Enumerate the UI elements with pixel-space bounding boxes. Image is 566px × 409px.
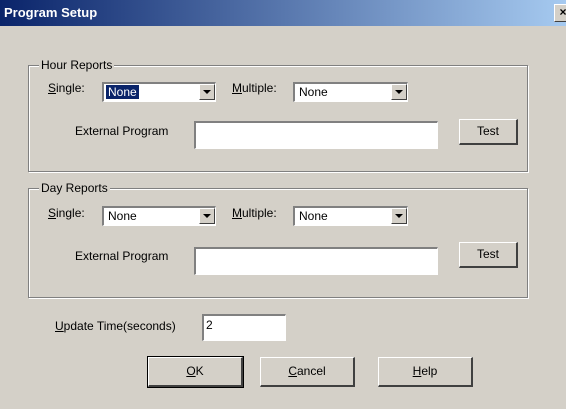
update-time-input[interactable]: 2	[202, 314, 286, 341]
hour-external-program-label: External Program	[75, 124, 169, 138]
hour-multiple-value: None	[299, 85, 328, 99]
chevron-down-icon[interactable]	[391, 84, 407, 100]
day-test-button[interactable]: Test	[459, 242, 518, 268]
hour-single-label: Single:	[48, 81, 85, 95]
day-reports-legend: Day Reports	[39, 181, 110, 195]
chevron-down-icon[interactable]	[199, 208, 215, 224]
day-multiple-select[interactable]: None	[293, 206, 408, 226]
hour-external-program-input[interactable]	[194, 121, 438, 149]
day-multiple-label: Multiple:	[232, 206, 277, 220]
day-single-value: None	[108, 209, 137, 223]
day-single-select[interactable]: None	[102, 206, 216, 226]
hour-multiple-select[interactable]: None	[293, 82, 408, 102]
close-button[interactable]: ×	[554, 4, 566, 22]
day-single-label: Single:	[48, 206, 85, 220]
hour-test-button[interactable]: Test	[459, 119, 518, 145]
day-multiple-value: None	[299, 209, 328, 223]
help-label: Help	[412, 364, 438, 378]
hour-test-label: Test	[476, 124, 499, 138]
window-title: Program Setup	[4, 5, 98, 20]
day-external-program-input[interactable]	[194, 247, 438, 275]
hour-multiple-label: Multiple:	[232, 81, 277, 95]
day-reports-group: Day Reports	[28, 181, 528, 298]
help-button[interactable]: Help	[378, 357, 473, 387]
cancel-button[interactable]: Cancel	[260, 357, 355, 387]
ok-button[interactable]: OK	[147, 356, 244, 388]
hour-reports-legend: Hour Reports	[39, 58, 115, 72]
cancel-label: Cancel	[288, 364, 326, 378]
hour-single-value: None	[105, 84, 140, 100]
chevron-down-icon[interactable]	[391, 208, 407, 224]
close-icon: ×	[559, 5, 566, 19]
update-time-label: Update Time(seconds)	[55, 319, 176, 333]
chevron-down-icon[interactable]	[199, 84, 215, 100]
ok-label: OK	[186, 364, 204, 378]
day-external-program-label: External Program	[75, 249, 169, 263]
title-bar[interactable]: Program Setup	[0, 0, 566, 26]
hour-single-select[interactable]: None	[102, 82, 216, 102]
day-test-label: Test	[476, 247, 499, 261]
